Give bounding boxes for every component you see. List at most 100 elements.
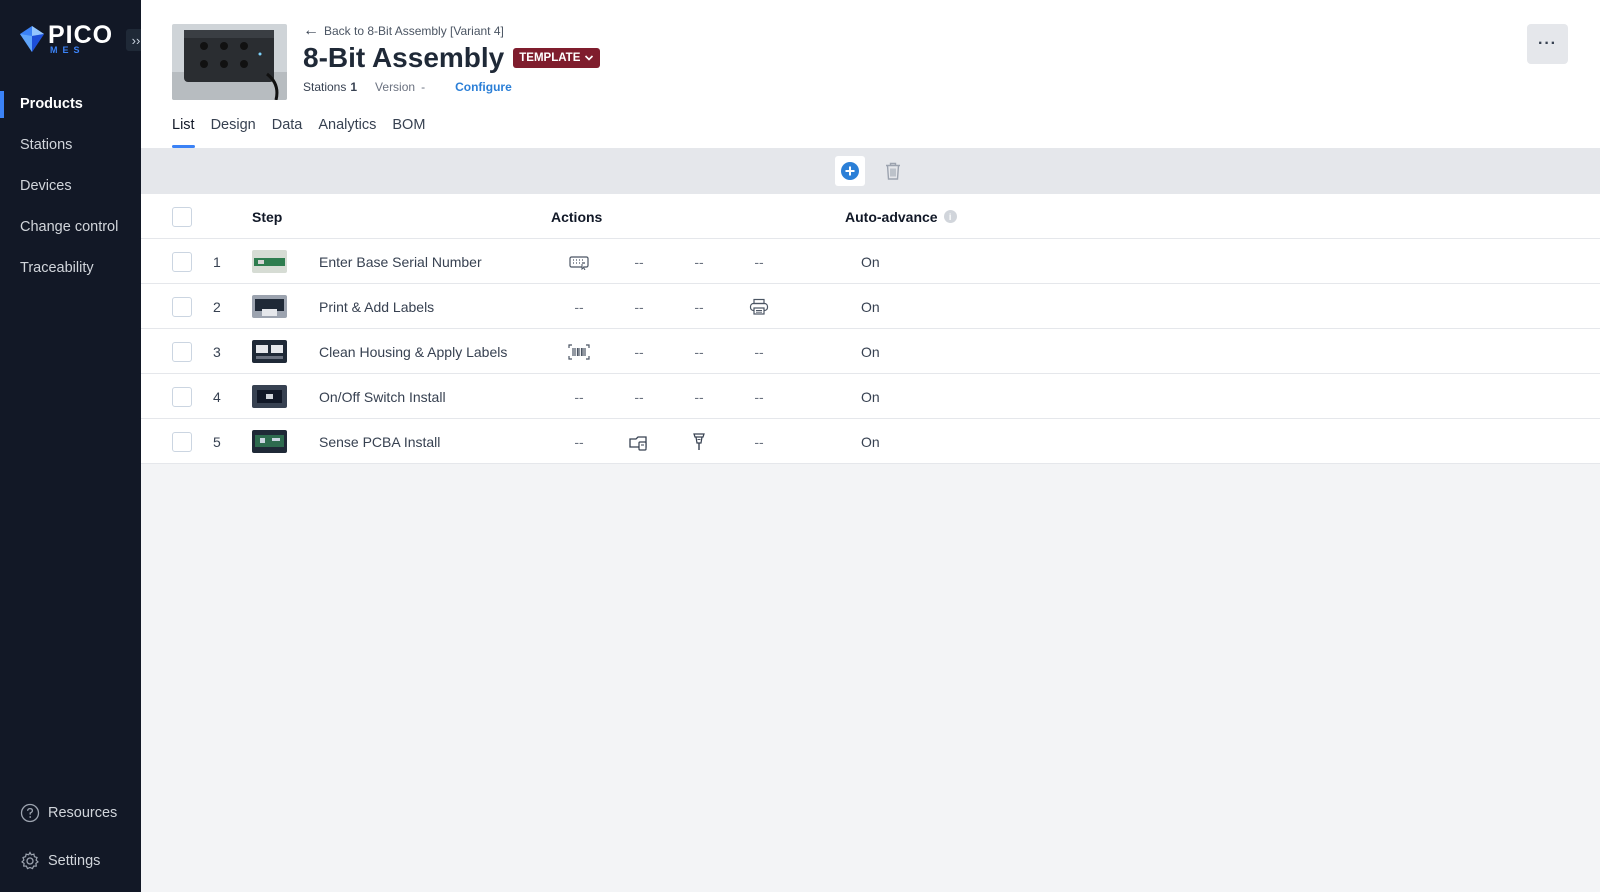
step-name[interactable]: Sense PCBA Install [319, 419, 440, 464]
action-empty: -- [754, 253, 764, 270]
tab-bom[interactable]: BOM [392, 117, 425, 148]
step-number: 1 [213, 253, 221, 270]
sidebar-nav: Products Stations Devices Change control… [0, 84, 141, 289]
row-checkbox[interactable] [172, 297, 192, 317]
step-number: 3 [213, 343, 221, 360]
keyboard-icon[interactable] [564, 239, 594, 284]
configure-link[interactable]: Configure [455, 80, 512, 94]
tab-bar: List Design Data Analytics BOM [172, 117, 441, 148]
row-checkbox[interactable] [172, 432, 192, 452]
plus-circle-icon [841, 162, 859, 180]
tab-analytics[interactable]: Analytics [318, 117, 376, 148]
column-header-step: Step [252, 208, 283, 225]
step-number: 2 [213, 298, 221, 315]
column-header-actions: Actions [551, 208, 603, 225]
auto-advance-value: On [861, 388, 880, 405]
sidebar-item-traceability[interactable]: Traceability [0, 248, 141, 289]
diamond-logo-icon [20, 26, 44, 52]
action-empty: -- [574, 433, 584, 450]
delete-step-button[interactable] [878, 156, 908, 186]
step-number: 4 [213, 388, 221, 405]
action-empty: -- [694, 343, 704, 360]
table-row[interactable]: 5 Sense PCBA Install -- -- On [141, 419, 1600, 464]
screwdriver-icon[interactable] [684, 419, 714, 464]
step-name[interactable]: Clean Housing & Apply Labels [319, 329, 507, 374]
action-empty: -- [694, 253, 704, 270]
action-empty: -- [634, 388, 644, 405]
arrow-left-icon: ← [303, 22, 319, 39]
pico-logo[interactable]: PICO MES [20, 23, 113, 55]
table-row[interactable]: 3 Clean Housing & Apply Labels -- -- -- … [141, 329, 1600, 374]
row-checkbox[interactable] [172, 252, 192, 272]
product-meta: Stations 1 Version - Configure [303, 80, 512, 94]
product-header: ← Back to 8-Bit Assembly [Variant 4] 8-B… [141, 0, 1600, 148]
action-empty: -- [694, 388, 704, 405]
template-badge-dropdown[interactable]: TEMPLATE [513, 48, 601, 68]
action-empty: -- [634, 253, 644, 270]
action-empty: -- [634, 298, 644, 315]
back-link[interactable]: ← Back to 8-Bit Assembly [Variant 4] [303, 22, 504, 40]
table-row[interactable]: 2 Print & Add Labels -- -- -- On [141, 284, 1600, 329]
sidebar-item-change-control[interactable]: Change control [0, 207, 141, 248]
auto-advance-value: On [861, 253, 880, 270]
step-thumbnail [252, 385, 287, 408]
select-all-checkbox[interactable] [172, 207, 192, 227]
version-label: Version [375, 80, 416, 94]
step-name[interactable]: On/Off Switch Install [319, 374, 446, 419]
step-number: 5 [213, 433, 221, 450]
help-circle-icon [20, 803, 40, 823]
page-title: 8-Bit Assembly [303, 42, 505, 73]
double-chevron-right-icon: ›› [131, 32, 141, 48]
auto-advance-value: On [861, 433, 880, 450]
resources-label: Resources [48, 805, 118, 821]
auto-advance-label: Auto-advance [845, 208, 938, 225]
back-link-label: Back to 8-Bit Assembly [Variant 4] [324, 24, 504, 38]
stations-count: 1 [350, 80, 358, 94]
chevron-down-icon [585, 55, 594, 61]
table-row[interactable]: 4 On/Off Switch Install -- -- -- -- On [141, 374, 1600, 419]
step-name[interactable]: Enter Base Serial Number [319, 239, 482, 284]
steps-table: Step Actions Auto-advance i 1 Enter Base… [141, 194, 1600, 464]
sidebar-item-stations[interactable]: Stations [0, 125, 141, 166]
info-icon[interactable]: i [943, 210, 957, 223]
tab-data[interactable]: Data [272, 117, 303, 148]
tool-case-icon[interactable] [624, 419, 654, 464]
sidebar: PICO MES ›› Products Stations Devices Ch… [0, 0, 146, 892]
action-empty: -- [694, 298, 704, 315]
badge-label: TEMPLATE [519, 52, 581, 64]
version-value: - [421, 80, 426, 94]
action-empty: -- [754, 433, 764, 450]
more-horizontal-icon: ··· [1538, 35, 1557, 52]
sidebar-item-devices[interactable]: Devices [0, 166, 141, 207]
action-empty: -- [634, 343, 644, 360]
step-thumbnail [252, 430, 287, 453]
action-empty: -- [754, 343, 764, 360]
stations-label: Stations [303, 80, 347, 94]
list-toolbar [141, 148, 1600, 194]
tab-list[interactable]: List [172, 117, 195, 148]
gear-icon [21, 851, 39, 870]
auto-advance-value: On [861, 343, 880, 360]
table-header-row: Step Actions Auto-advance i [141, 194, 1600, 239]
barcode-icon[interactable] [564, 329, 594, 374]
step-thumbnail [252, 250, 287, 273]
action-empty: -- [574, 298, 584, 315]
more-options-button[interactable]: ··· [1527, 24, 1568, 64]
row-checkbox[interactable] [172, 342, 192, 362]
action-empty: -- [754, 388, 764, 405]
table-row[interactable]: 1 Enter Base Serial Number -- -- -- On [141, 239, 1600, 284]
action-empty: -- [574, 388, 584, 405]
auto-advance-value: On [861, 298, 880, 315]
sidebar-item-resources[interactable]: Resources [20, 803, 140, 823]
row-checkbox[interactable] [172, 387, 192, 407]
sidebar-item-products[interactable]: Products [0, 84, 141, 125]
sidebar-item-settings[interactable]: Settings [20, 851, 140, 871]
tab-design[interactable]: Design [211, 117, 256, 148]
product-thumbnail [172, 24, 287, 100]
step-name[interactable]: Print & Add Labels [319, 284, 434, 329]
settings-label: Settings [48, 853, 101, 869]
step-thumbnail [252, 295, 287, 318]
add-step-button[interactable] [835, 156, 865, 186]
printer-icon[interactable] [744, 284, 774, 329]
trash-icon [886, 162, 900, 180]
